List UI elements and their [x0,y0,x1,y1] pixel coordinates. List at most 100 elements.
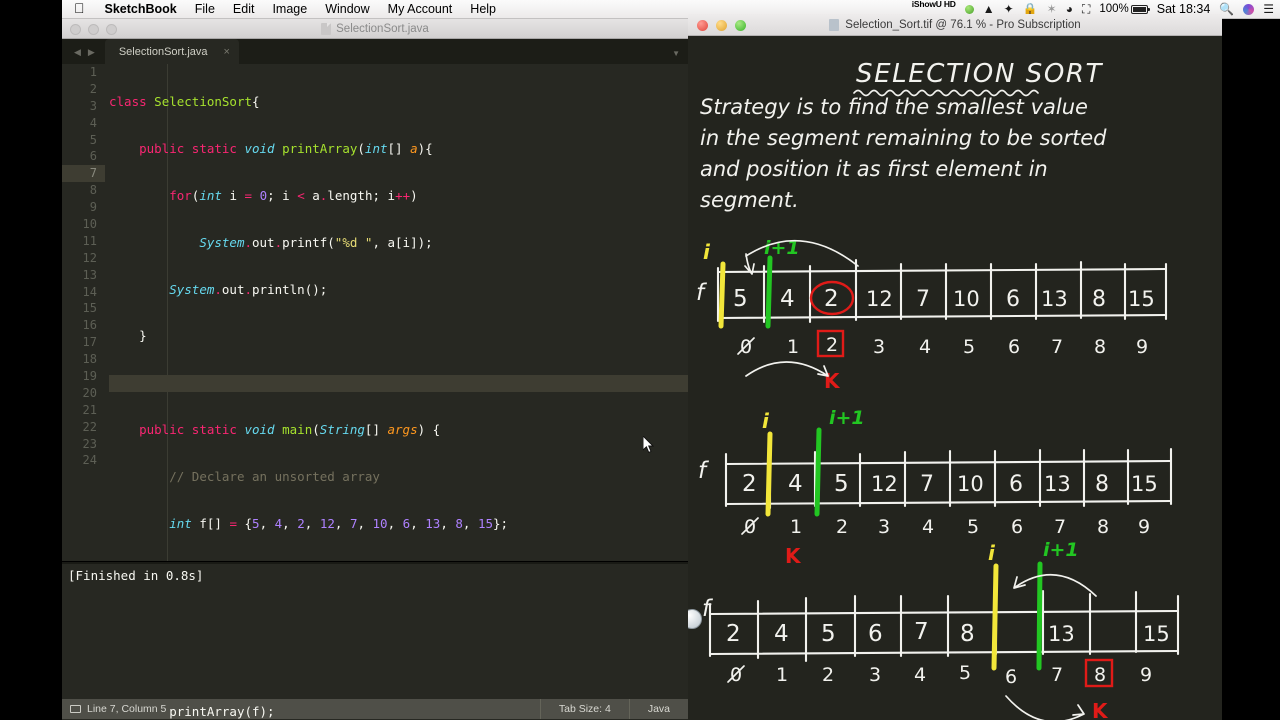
tab-label: SelectionSort.java [118,45,208,58]
line-number: 4 [89,115,97,130]
row1-index-6: 6 [1008,336,1020,358]
build-output-console[interactable]: [Finished in 0.8s] [62,561,688,699]
row3-arc-top [1013,574,1097,597]
row3-index-7: 7 [1051,664,1063,686]
nav-back-icon[interactable]: ◀ [74,47,81,58]
row3-dividers [756,589,1138,663]
array-row-3: f 2 4 5 6 7 8 13 15 0 1 2 3 4 5 6 7 8 9 … [702,539,1180,720]
row2-i-marker-label: i [762,409,770,433]
paragraph-line-2: in the segment remaining to be sorted [700,126,1107,150]
row2-cell-6: 6 [1009,472,1023,497]
row1-index-7: 7 [1051,336,1063,358]
row2-index-9: 9 [1138,516,1150,538]
code-line-2: public static void printArray(int[] a){ [139,140,433,156]
row3-index-5: 5 [959,662,971,684]
array-row-2: f 2 4 5 12 7 10 6 13 8 15 0 1 2 3 4 5 6 … [698,407,1173,568]
menu-item-my-account[interactable]: My Account [379,2,462,16]
row1-cell-7: 13 [1041,287,1068,311]
row3-index-1: 1 [776,664,788,686]
close-icon[interactable]: × [224,46,230,58]
maximize-window-button[interactable] [735,20,746,31]
sketchbook-window: Selection_Sort.tif @ 76.1 % - Pro Subscr… [688,14,1222,720]
row2-i-marker-line [765,431,773,517]
code-line-8: public static void main(String[] args) { [139,422,441,438]
row2-index-5: 5 [967,516,979,538]
row3-cell-9: 15 [1143,622,1170,646]
row2-index-2: 2 [836,516,848,538]
mouse-cursor [643,436,655,453]
nav-forward-icon[interactable]: ▶ [88,47,95,58]
line-number: 15 [82,301,97,316]
siri-icon[interactable] [1243,3,1255,15]
row1-cell-5: 10 [953,287,980,311]
tab-nav-arrows[interactable]: ◀ ▶ [62,47,105,64]
sketch-heading: SELECTION SORT [856,59,1104,89]
row2-index-7: 7 [1054,516,1066,538]
code-text[interactable]: class SelectionSort{ public static void … [105,64,688,719]
line-number: 2 [89,81,97,96]
minimize-window-button[interactable] [716,20,727,31]
row1-cell-2: 2 [824,286,839,312]
menu-item-window[interactable]: Window [316,2,378,16]
menu-item-help[interactable]: Help [461,2,505,16]
code-line-6: } [139,328,147,344]
tab-selectionsort-java[interactable]: SelectionSort.java × [104,39,239,64]
row1-cell-3: 12 [866,287,893,311]
close-window-button[interactable] [70,24,81,35]
line-number: 6 [89,149,97,164]
minimize-window-button[interactable] [88,24,99,35]
sketchbook-title-bar[interactable]: Selection_Sort.tif @ 76.1 % - Pro Subscr… [688,14,1222,36]
row1-index-4: 4 [919,336,931,358]
row2-dividers [768,448,1130,510]
line-number: 10 [82,217,97,232]
row1-cell-0: 5 [733,286,748,312]
line-number: 19 [82,369,97,384]
console-output-text: [Finished in 0.8s] [68,568,204,583]
apple-icon[interactable]:  [68,1,96,17]
line-number: 18 [82,352,97,367]
battery-glyph [1130,4,1150,14]
row1-cell-4: 7 [916,287,930,312]
line-number: 1 [89,65,97,79]
row3-index-3: 3 [869,664,881,686]
line-number: 5 [89,132,97,147]
row2-cell-4: 7 [920,472,934,497]
menu-item-edit[interactable]: Edit [224,2,264,16]
window-traffic-lights[interactable] [70,24,117,35]
menu-item-image[interactable]: Image [263,2,316,16]
row3-i-marker-line [991,563,999,671]
sketch-drawing: .ink { fill:none; stroke:#f2f2ee; stroke… [696,59,1180,720]
sublime-window-title-text: SelectionSort.java [336,22,429,35]
sublime-title-bar[interactable]: SelectionSort.java [62,19,688,39]
row3-index-9: 9 [1140,664,1152,686]
sketchbook-traffic-lights[interactable] [697,20,746,31]
row1-i-marker-label: i [703,240,711,264]
paragraph-line-4: segment. [700,188,799,212]
code-line-5: System.out.println(); [169,281,328,297]
sketch-canvas[interactable]: .ink { fill:none; stroke:#f2f2ee; stroke… [688,36,1222,720]
notification-center-icon[interactable]: ☰ [1263,3,1274,15]
line-number: 16 [82,318,97,333]
row3-cell-1: 4 [774,621,789,647]
close-window-button[interactable] [697,20,708,31]
console-divider [62,562,688,564]
chevron-down-icon[interactable]: ▼ [672,49,680,58]
maximize-window-button[interactable] [106,24,117,35]
menu-item-sketchbook[interactable]: SketchBook [96,2,186,16]
row3-i-plus-1-marker-line [1036,561,1043,671]
line-number: 22 [82,419,97,434]
row2-cell-7: 13 [1044,472,1071,496]
code-line-3: for(int i = 0; i < a.length; i++) [169,187,418,203]
paragraph-line-1: Strategy is to find the smallest value [700,95,1088,119]
row1-array-label: f [696,280,707,306]
row2-index-4: 4 [922,516,934,538]
row1-swap-arrow [745,361,829,377]
row2-index-1: 1 [790,516,802,538]
row2-array-label: f [698,458,709,484]
line-number: 11 [82,233,97,248]
line-number: 13 [82,267,97,282]
code-editor[interactable]: 1 2 3 4 5 6 7 8 9 10 11 12 13 14 15 16 1… [62,64,688,719]
menu-item-file[interactable]: File [186,2,224,16]
row2-cell-3: 12 [871,472,898,496]
recording-dot-icon[interactable] [964,4,974,14]
